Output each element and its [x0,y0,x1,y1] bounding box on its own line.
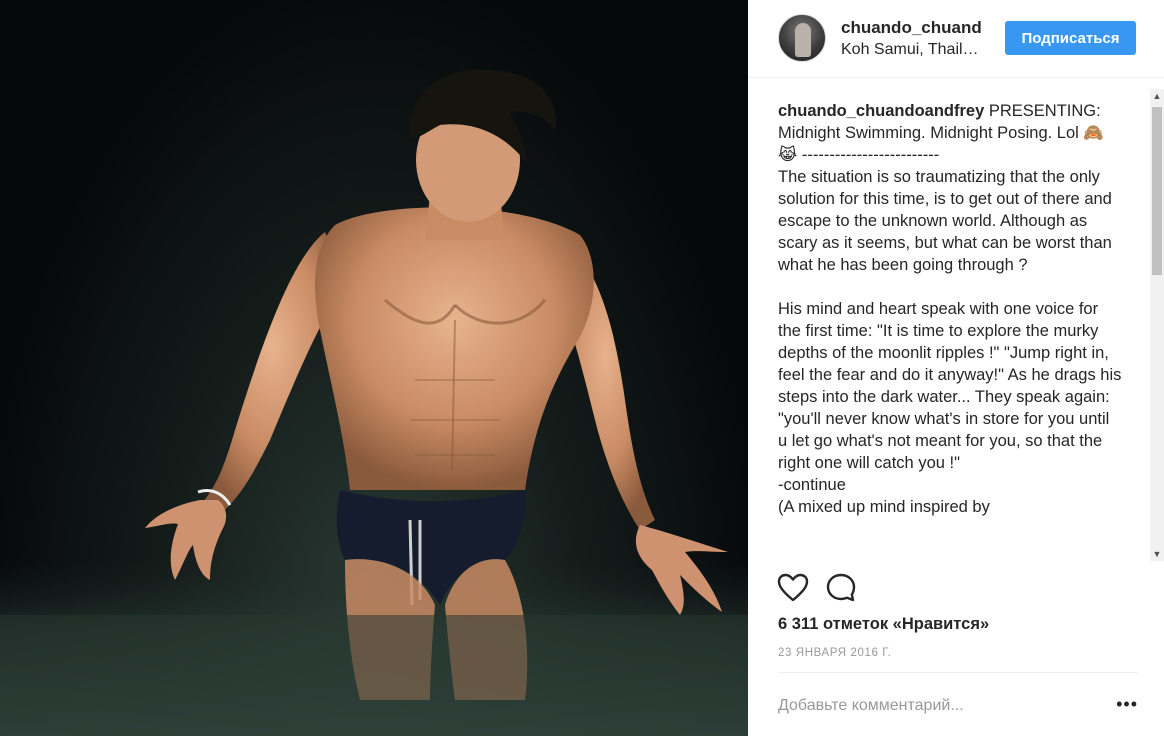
post-date[interactable]: 23 января 2016 г. [778,647,891,659]
follow-button[interactable]: Подписаться [1005,21,1136,55]
photo-illustration [0,69,748,736]
post-header: chuando_chuandoandfrey Koh Samui, Thaila… [748,0,1164,78]
comment-input[interactable] [778,695,1098,717]
scroll-down-arrow-icon[interactable]: ▼ [1152,549,1162,559]
post-photo[interactable] [0,0,748,736]
header-username[interactable]: chuando_chuandoandfrey [841,18,981,38]
caption-username[interactable]: chuando_chuandoandfrey [778,102,984,120]
header-location[interactable]: Koh Samui, Thailand [841,41,983,59]
avatar-figure [795,23,811,57]
comment-box: ••• [778,672,1138,736]
caption-text: PRESENTING: Midnight Swimming. Midnight … [778,102,1122,516]
scrollbar-thumb[interactable] [1152,107,1162,275]
scrollbar[interactable]: ▲ ▼ [1150,89,1164,561]
comment-bubble-icon[interactable] [824,571,858,605]
more-options-icon[interactable]: ••• [1116,695,1138,713]
caption-scroll-area[interactable]: chuando_chuandoandfrey PRESENTING: Midni… [748,89,1164,561]
caption: chuando_chuandoandfrey PRESENTING: Midni… [778,100,1123,518]
post-details-panel: chuando_chuandoandfrey Koh Samui, Thaila… [748,0,1164,736]
likes-count[interactable]: 6 311 отметок «Нравится» [778,615,989,634]
post-actions [776,571,976,607]
scroll-up-arrow-icon[interactable]: ▲ [1152,91,1162,101]
heart-icon[interactable] [776,571,810,605]
avatar[interactable] [778,14,826,62]
